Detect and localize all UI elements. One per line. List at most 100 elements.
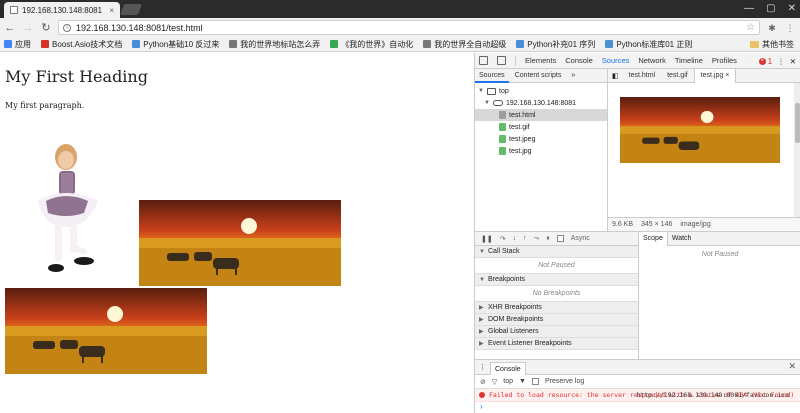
extension-icon[interactable]: ✱ <box>766 22 778 34</box>
expand-icon: ▼ <box>478 88 484 94</box>
step-into-icon[interactable]: ↓ <box>513 235 517 242</box>
tree-file[interactable]: test.gif <box>475 121 607 133</box>
minimize-icon[interactable]: — <box>744 3 754 14</box>
preview-scrollbar[interactable] <box>794 83 800 217</box>
bookmark-apps[interactable]: 应用 <box>4 39 31 50</box>
tab-console-drawer[interactable]: Console <box>490 361 526 375</box>
tab-close-icon[interactable]: × <box>109 6 114 15</box>
step-out-icon[interactable]: ↑ <box>523 235 527 242</box>
section-header[interactable]: ▼ Breakpoints <box>475 274 638 286</box>
bookmark-minecraft-1[interactable]: 我的世界地标站怎么弄 <box>229 39 320 50</box>
deactivate-breakpoints-icon[interactable]: ⤳ <box>534 235 540 243</box>
forward-icon[interactable]: → <box>22 22 34 34</box>
url-text[interactable]: 192.168.130.148:8081/test.html <box>76 23 741 33</box>
chevron-down-icon[interactable]: ▼ <box>519 378 526 385</box>
bookmark-label: 应用 <box>15 39 31 49</box>
section-body: Not Paused <box>475 258 638 274</box>
toggle-navigator-icon[interactable]: ◧ <box>608 72 623 80</box>
drawer-tabbar: ⋮ Console ✕ <box>475 360 800 375</box>
page-content: My First Heading My first paragraph. <box>0 53 474 413</box>
preserve-log-checkbox[interactable] <box>531 378 539 385</box>
filter-icon[interactable]: ▽ <box>492 378 497 386</box>
new-tab-button[interactable] <box>119 4 143 15</box>
bookmark-icon <box>423 40 432 48</box>
info-icon[interactable]: i <box>63 23 71 32</box>
bookmark-label: Python补充01 序列 <box>527 39 596 49</box>
bookmark-label: Boost.Asio技术文档 <box>52 39 123 49</box>
tree-file[interactable]: test.jpg <box>475 145 607 157</box>
console-prompt[interactable]: › <box>475 402 800 411</box>
preserve-log-label: Preserve log <box>544 378 585 385</box>
section-header[interactable]: ▶ Event Listener Breakpoints <box>475 338 638 350</box>
back-icon[interactable]: ← <box>4 22 16 34</box>
tree-host[interactable]: ▼ 192.168.130.148:8081 <box>475 97 607 109</box>
scrollbar-thumb[interactable] <box>795 103 800 143</box>
editor-tab-jpg[interactable]: test.jpg × <box>693 68 737 83</box>
section-header[interactable]: ▼ Call Stack <box>475 246 638 258</box>
tab-elements[interactable]: Elements <box>525 56 556 65</box>
pause-on-exceptions-icon[interactable]: ⏸ <box>546 235 550 243</box>
menu-icon[interactable]: ⋮ <box>784 22 796 34</box>
section-header[interactable]: ▶ XHR Breakpoints <box>475 302 638 314</box>
close-window-icon[interactable]: ✕ <box>788 3 796 14</box>
tree-file-label: test.html <box>509 111 536 119</box>
browser-tab[interactable]: 192.168.130.148:8081 × <box>4 2 120 18</box>
async-checkbox[interactable] <box>556 235 564 242</box>
star-icon[interactable]: ☆ <box>746 22 755 33</box>
tab-sources-nav[interactable]: Sources <box>475 69 509 83</box>
bookmark-minecraft-3[interactable]: 我的世界全自动超级 <box>423 39 506 50</box>
step-over-icon[interactable]: ↷ <box>500 235 506 243</box>
editor-tabs: ◧ test.html test.gif test.jpg × <box>608 68 800 83</box>
collapse-icon: ▶ <box>479 341 484 347</box>
tree-file[interactable]: test.jpeg <box>475 133 607 145</box>
maximize-icon[interactable]: ▢ <box>766 3 775 14</box>
debugger-area: ❚❚ ↷ ↓ ↑ ⤳ ⏸ Async ▼ Call Stack Not Paus… <box>475 231 800 360</box>
tab-content-scripts[interactable]: Content scripts <box>511 69 566 83</box>
section-header[interactable]: ▶ DOM Breakpoints <box>475 314 638 326</box>
tab-console[interactable]: Console <box>565 56 593 65</box>
image-file-icon <box>499 135 506 143</box>
reload-icon[interactable]: ↻ <box>40 21 52 34</box>
tree-file[interactable]: test.html <box>475 109 607 121</box>
tree-top[interactable]: ▼ top <box>475 85 607 97</box>
close-tab-icon[interactable]: × <box>725 72 729 79</box>
editor-tab-gif[interactable]: test.gif <box>661 69 694 83</box>
debugger-toolbar: ❚❚ ↷ ↓ ↑ ⤳ ⏸ Async <box>475 232 638 246</box>
close-devtools-icon[interactable]: ✕ <box>790 57 796 66</box>
error-icon <box>479 392 485 398</box>
close-drawer-icon[interactable]: ✕ <box>788 361 796 372</box>
tab-watch[interactable]: Watch <box>668 232 696 246</box>
collapse-icon: ▶ <box>479 329 484 335</box>
clear-console-icon[interactable]: ⊘ <box>480 378 486 386</box>
tab-sources[interactable]: Sources <box>602 56 630 65</box>
address-bar[interactable]: i 192.168.130.148:8081/test.html ☆ <box>58 20 760 35</box>
error-badge[interactable]: × 1 <box>758 57 772 66</box>
tab-network[interactable]: Network <box>638 56 666 65</box>
bookmark-minecraft-2[interactable]: 《我的世界》自动化 <box>330 39 413 50</box>
inspect-icon[interactable] <box>479 56 488 65</box>
tab-timeline[interactable]: Timeline <box>675 56 703 65</box>
drawer-menu-icon[interactable]: ⋮ <box>479 363 486 371</box>
dom-breakpoints-section: ▶ DOM Breakpoints <box>475 314 638 326</box>
tree-file-label: test.gif <box>509 123 530 131</box>
more-icon[interactable]: ⋮ <box>777 57 785 66</box>
bookmark-python-seq[interactable]: Python补充01 序列 <box>516 39 595 50</box>
device-icon[interactable] <box>497 56 506 65</box>
bookmark-python-basics[interactable]: Python基础10 反过来 <box>132 39 219 50</box>
navigator-tabs: Sources Content scripts » <box>475 69 607 83</box>
bookmark-python-stdlib[interactable]: Python标准库01 正则 <box>605 39 692 50</box>
section-header[interactable]: ▶ Global Listeners <box>475 326 638 338</box>
other-bookmarks[interactable]: 其他书签 <box>746 37 794 51</box>
tab-scope[interactable]: Scope <box>639 231 668 246</box>
error-source-link[interactable]: http://192.168.130.148:8081/favicon.ico <box>636 391 789 399</box>
pause-icon[interactable]: ❚❚ <box>481 235 493 243</box>
global-listeners-section: ▶ Global Listeners <box>475 326 638 338</box>
tab-profiles[interactable]: Profiles <box>712 56 737 65</box>
bookmark-boost-asio[interactable]: Boost.Asio技术文档 <box>41 39 122 50</box>
context-select[interactable]: top <box>503 378 513 385</box>
more-tabs-button[interactable]: » <box>567 69 579 83</box>
editor-tab-html[interactable]: test.html <box>623 69 661 83</box>
savanna-image-1 <box>139 200 341 286</box>
bookmark-icon <box>605 40 614 48</box>
dancing-girl-image <box>38 144 98 272</box>
